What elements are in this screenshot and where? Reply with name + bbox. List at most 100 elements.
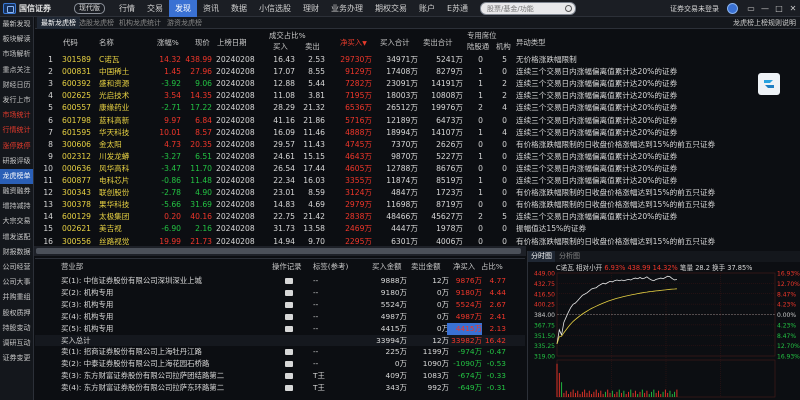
header-code[interactable]: 代码 bbox=[63, 36, 78, 49]
menu-item-10[interactable]: E苏通 bbox=[441, 0, 474, 17]
header-list-date[interactable]: 上榜日期 bbox=[217, 36, 247, 49]
sidebar-item-10[interactable]: 龙虎榜单 bbox=[0, 168, 33, 185]
sidebar-item-15[interactable]: 财报数据 bbox=[0, 245, 33, 260]
header-price[interactable]: 现价 bbox=[195, 36, 210, 49]
menu-item-6[interactable]: 理财 bbox=[297, 0, 325, 17]
header-sell-total[interactable]: 卖出合计 bbox=[423, 36, 453, 49]
header-buy[interactable]: 买入 bbox=[273, 40, 288, 53]
table-row[interactable]: 6 601798 蓝科高新 9.97 6.84 20240208 41.16 21.86 571… bbox=[35, 115, 800, 127]
sidebar-item-11[interactable]: 融资融券 bbox=[0, 184, 33, 199]
subtab-3[interactable]: 游资龙虎榜 bbox=[163, 17, 206, 29]
sidebar-item-21[interactable]: 调研互动 bbox=[0, 336, 33, 351]
scrollbar-thumb[interactable] bbox=[36, 248, 521, 254]
sidebar-item-22[interactable]: 证券变更 bbox=[0, 351, 33, 366]
sidebar-item-18[interactable]: 并购重组 bbox=[0, 290, 33, 305]
menu-item-4[interactable]: 数据 bbox=[225, 0, 253, 17]
close-icon[interactable]: ✕ bbox=[786, 0, 800, 17]
menu-item-2[interactable]: 发现 bbox=[169, 0, 197, 17]
subtab-2[interactable]: 机构龙虎统计 bbox=[115, 17, 165, 29]
table-row[interactable]: 14 600129 太极集团 0.20 40.16 20240208 22.75 21.42 2… bbox=[35, 211, 800, 223]
maximize-icon[interactable]: □ bbox=[772, 0, 786, 17]
table-row[interactable]: 8 300606 金太阳 4.73 20.35 20240208 29.57 11.43 474… bbox=[35, 139, 800, 151]
menu-item-9[interactable]: 账户 bbox=[413, 0, 441, 17]
subtab-0[interactable]: 最新龙虎榜 bbox=[37, 17, 80, 29]
intraday-chart[interactable]: 449.00 432.75 416.50 400.25 384.00 367.75 351.… bbox=[528, 251, 800, 400]
avatar[interactable] bbox=[727, 3, 738, 14]
search-icon[interactable] bbox=[565, 5, 572, 12]
menu-item-1[interactable]: 交易 bbox=[141, 0, 169, 17]
sidebar-item-1[interactable]: 板块解读 bbox=[0, 32, 33, 47]
login-status[interactable]: 证券交易未登录 bbox=[670, 4, 719, 14]
sidebar-item-0[interactable]: 最新发现 bbox=[0, 17, 33, 32]
menu-item-3[interactable]: 资讯 bbox=[197, 0, 225, 17]
record-message-icon[interactable] bbox=[285, 289, 293, 296]
header-institution[interactable]: 机构 bbox=[496, 40, 511, 53]
header-record[interactable]: 操作记录 bbox=[272, 260, 302, 274]
table-row[interactable]: 15 002621 美吉视 -6.90 2.16 20240208 31.73 13.58 24… bbox=[35, 223, 800, 235]
horizontal-scrollbar[interactable] bbox=[34, 246, 526, 256]
floating-app-icon[interactable] bbox=[758, 73, 780, 95]
sidebar-item-16[interactable]: 公司经营 bbox=[0, 260, 33, 275]
broker-row[interactable]: 卖(3): 东方财富证券股份有限公司拉萨团结路第二 T王 409万 1083万 -674… bbox=[35, 370, 525, 382]
edition-switch-button[interactable]: 现代版 bbox=[74, 2, 105, 14]
header-buy-total[interactable]: 买入合计 bbox=[380, 36, 410, 49]
rules-link[interactable]: 龙虎榜上榜规则说明 bbox=[733, 17, 796, 29]
header-hk-connect[interactable]: 陆股通 bbox=[467, 40, 489, 53]
header-change[interactable]: 涨幅% bbox=[157, 36, 179, 49]
broker-row[interactable]: 买(3): 机构专用 -- 5524万 0万 5524万 2.67 bbox=[35, 299, 525, 311]
broker-row[interactable]: 卖(2): 中泰证券股份有限公司上海花园石桥路 -- 0万 1090万 -1090万 -0… bbox=[35, 358, 525, 370]
broker-row[interactable]: 卖(4): 东方财富证券股份有限公司拉萨东环路第二 T王 343万 992万 -649万… bbox=[35, 382, 525, 394]
table-row[interactable]: 4 002625 光启技术 3.54 14.35 20240208 11.08 3.81 719… bbox=[35, 90, 800, 102]
header-dept[interactable]: 营业部 bbox=[61, 260, 83, 274]
record-message-icon[interactable] bbox=[285, 325, 293, 332]
broker-row[interactable]: 买(5): 机构专用 -- 4415万 0万 4415万 2.13 bbox=[35, 322, 525, 335]
restore-window-icon[interactable]: ▭ bbox=[744, 0, 758, 17]
sidebar-item-4[interactable]: 财经日历 bbox=[0, 78, 33, 93]
table-row[interactable]: 1 301589 C诺瓦 14.32 438.99 20240208 16.43 2.53 29… bbox=[35, 54, 800, 66]
pane-divider[interactable] bbox=[35, 258, 525, 259]
sidebar-item-17[interactable]: 公司大事 bbox=[0, 275, 33, 290]
header-sell-amount[interactable]: 卖出金额 bbox=[411, 260, 441, 274]
header-sell[interactable]: 卖出 bbox=[305, 40, 320, 53]
menu-item-7[interactable]: 业务办理 bbox=[325, 0, 369, 17]
menu-item-8[interactable]: 期权交易 bbox=[369, 0, 413, 17]
record-message-icon[interactable] bbox=[285, 301, 293, 308]
broker-row[interactable]: 买(4): 机构专用 -- 4987万 0万 4987万 2.41 bbox=[35, 311, 525, 323]
table-row[interactable]: 2 000831 中国稀土 1.45 27.96 20240208 17.07 8.55 912… bbox=[35, 66, 800, 78]
sidebar-item-13[interactable]: 大宗交易 bbox=[0, 214, 33, 229]
header-reason[interactable]: 异动类型 bbox=[516, 36, 546, 49]
minimize-icon[interactable]: — bbox=[758, 0, 772, 17]
sidebar-item-14[interactable]: 增发送配 bbox=[0, 230, 33, 245]
table-row[interactable]: 3 600392 盛和资源 -3.92 9.06 20240208 12.88 5.44 728… bbox=[35, 78, 800, 90]
subtab-1[interactable]: 选股龙虎榜 bbox=[75, 17, 118, 29]
sidebar-item-8[interactable]: 涨停跌停 bbox=[0, 139, 33, 154]
sidebar-item-19[interactable]: 股权质押 bbox=[0, 306, 33, 321]
header-ratio[interactable]: 占比% bbox=[481, 260, 503, 274]
sidebar-item-3[interactable]: 重点关注 bbox=[0, 63, 33, 78]
sidebar-item-20[interactable]: 持股变动 bbox=[0, 321, 33, 336]
table-row[interactable]: 9 002312 川发龙蟒 -3.27 6.51 20240208 24.61 15.15 46… bbox=[35, 151, 800, 163]
record-message-icon[interactable] bbox=[285, 349, 293, 356]
record-message-icon[interactable] bbox=[285, 278, 293, 284]
record-message-icon[interactable] bbox=[285, 373, 293, 380]
search-input[interactable] bbox=[480, 2, 576, 15]
broker-row[interactable]: 买(2): 机构专用 -- 9180万 0万 9180万 4.44 bbox=[35, 287, 525, 299]
sidebar-item-6[interactable]: 市场统计 bbox=[0, 108, 33, 123]
header-buy-amount[interactable]: 买入金额 bbox=[372, 260, 402, 274]
sidebar-item-5[interactable]: 发行上市 bbox=[0, 93, 33, 108]
record-message-icon[interactable] bbox=[285, 313, 293, 320]
sidebar-item-12[interactable]: 增持减持 bbox=[0, 199, 33, 214]
sidebar-item-2[interactable]: 市场解析 bbox=[0, 47, 33, 62]
broker-row[interactable]: 买入总计 33994万 12万 33982万 16.42 bbox=[35, 334, 525, 347]
broker-row[interactable]: 买(1): 中信证券股份有限公司深圳深业上城 -- 9888万 12万 9876万 4.7… bbox=[35, 275, 525, 287]
table-row[interactable]: 10 000636 风华高科 -3.47 11.70 20240208 26.54 17.44… bbox=[35, 163, 800, 175]
table-row[interactable]: 7 601595 华天科技 10.01 8.57 20240208 16.09 11.46 48… bbox=[35, 127, 800, 139]
record-message-icon[interactable] bbox=[285, 385, 293, 392]
menu-item-5[interactable]: 小信选股 bbox=[253, 0, 297, 17]
header-net-buy[interactable]: 净买入▼ bbox=[340, 36, 367, 50]
broker-row[interactable]: 卖(1): 招商证券股份有限公司上海牡丹江路 -- 225万 1199万 -974万 -0… bbox=[35, 346, 525, 358]
header-lower-net[interactable]: 净买入 bbox=[453, 260, 475, 274]
sidebar-item-9[interactable]: 研报评级 bbox=[0, 154, 33, 169]
table-row[interactable]: 12 300343 联创股份 -2.78 4.90 20240208 23.01 8.59 31… bbox=[35, 187, 800, 199]
table-row[interactable]: 5 600557 康缘药业 -2.71 17.22 20240208 28.29 21.32 6… bbox=[35, 102, 800, 114]
